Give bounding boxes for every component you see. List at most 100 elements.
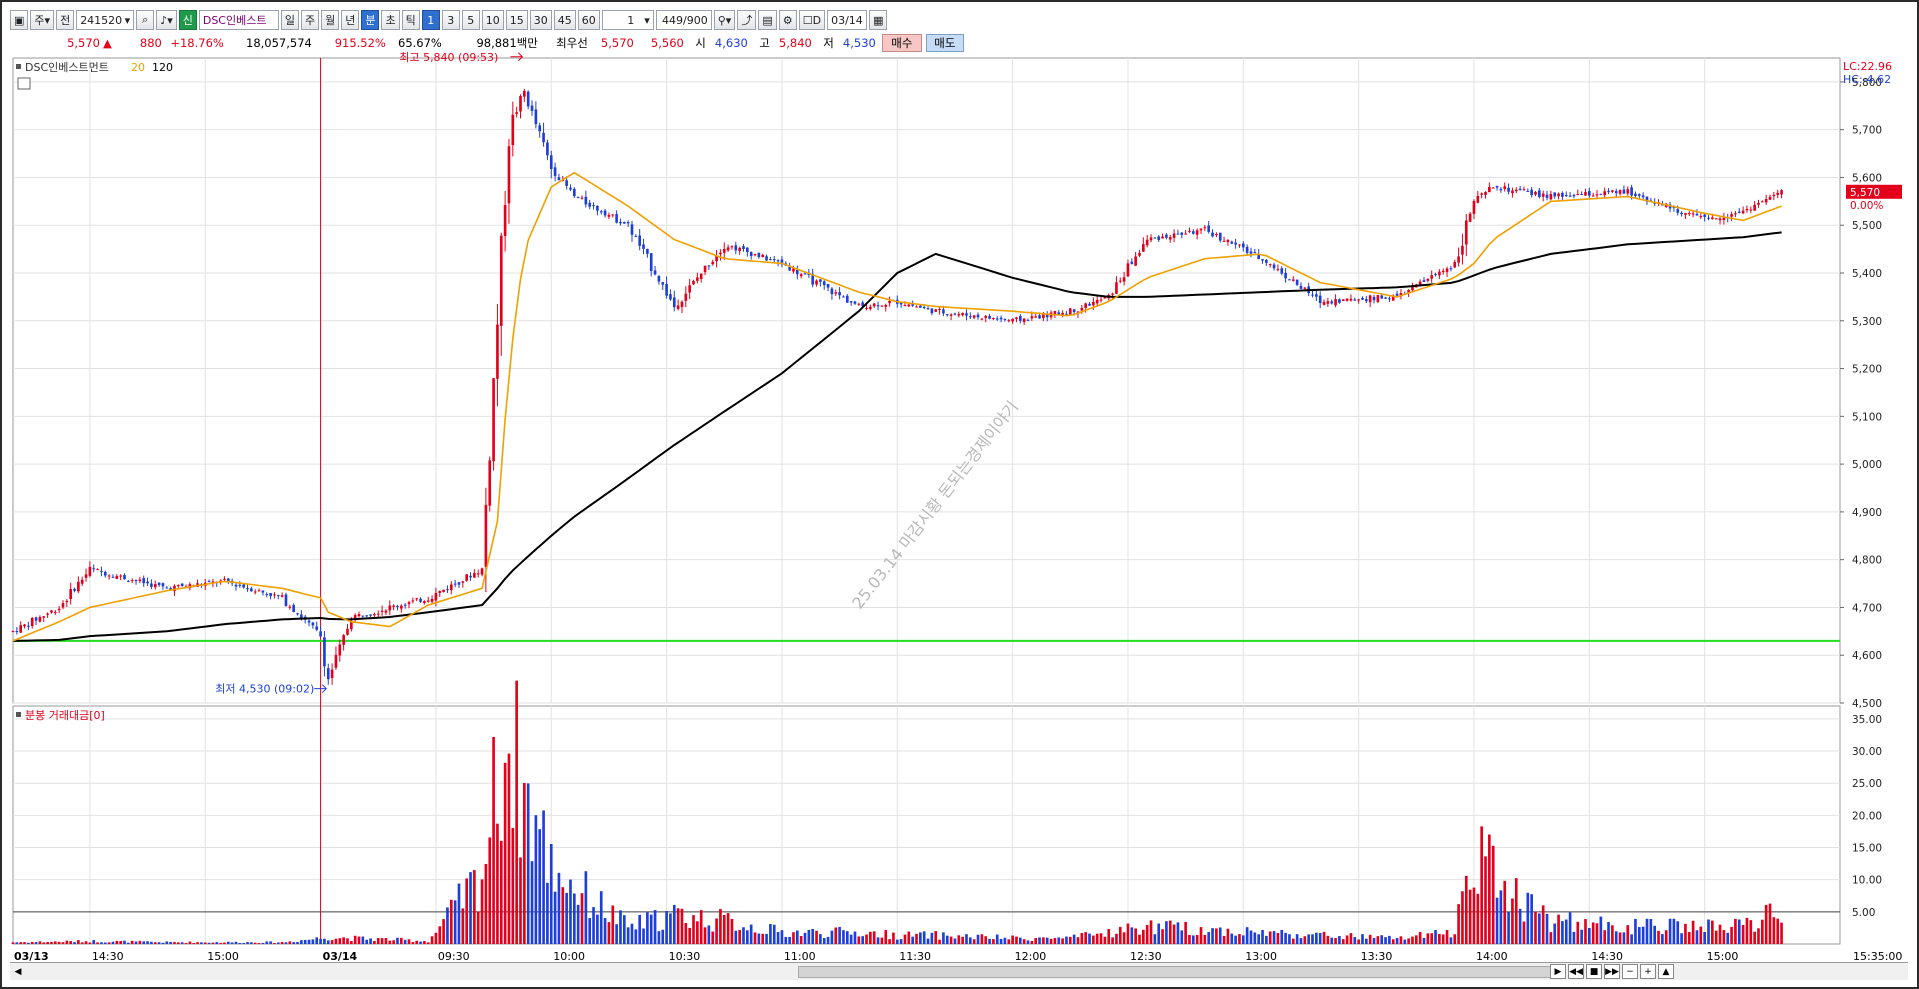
play-icon[interactable]: ▶ bbox=[1550, 964, 1566, 979]
candle-body bbox=[153, 584, 157, 588]
volume-bar bbox=[849, 934, 853, 944]
candle-body bbox=[1768, 196, 1772, 200]
volume-bar bbox=[1480, 826, 1483, 944]
candle-body bbox=[1291, 279, 1295, 281]
volume-bar bbox=[1272, 931, 1276, 944]
volume-bar bbox=[1407, 938, 1410, 944]
price-volume-chart[interactable]: 03/13 14:30 15:00 03/14 09:30 10:00 10:30 11:00… bbox=[0, 0, 1919, 989]
volume-bar bbox=[615, 924, 618, 944]
volume-bar bbox=[1353, 937, 1357, 944]
zoom-in-icon[interactable]: + bbox=[1640, 964, 1656, 979]
candle-body bbox=[269, 593, 272, 597]
volume-bar bbox=[646, 912, 649, 944]
volume-bar bbox=[1414, 935, 1418, 944]
volume-bar bbox=[1399, 936, 1403, 944]
candle-body bbox=[907, 304, 911, 307]
candle-body bbox=[1249, 251, 1253, 254]
candle-body bbox=[1426, 278, 1430, 281]
volume-bar bbox=[1645, 918, 1649, 944]
volume-bar bbox=[480, 879, 484, 944]
volume-bar bbox=[1668, 918, 1672, 944]
candle-body bbox=[795, 269, 799, 275]
volume-bar bbox=[1768, 903, 1772, 944]
candle-body bbox=[603, 210, 607, 216]
volume-bar bbox=[722, 914, 726, 944]
volume-bar bbox=[173, 942, 176, 944]
candle-body bbox=[1230, 241, 1234, 244]
candle-body bbox=[1361, 297, 1364, 300]
candle-body bbox=[253, 591, 257, 593]
candle-body bbox=[761, 254, 765, 258]
volume-bar bbox=[142, 941, 146, 944]
scroll-thumb[interactable] bbox=[798, 966, 1558, 978]
chart-scrollbar[interactable]: ◀ ▶ ◀◀ ■ ▶▶ − + ▲ bbox=[10, 962, 1908, 980]
forward-icon[interactable]: ▶▶ bbox=[1604, 964, 1620, 979]
candle-body bbox=[1703, 214, 1706, 217]
rewind-icon[interactable]: ◀◀ bbox=[1568, 964, 1584, 979]
volume-bar bbox=[803, 932, 807, 944]
volume-bar bbox=[96, 942, 99, 944]
price-tick-label: 4,700 bbox=[1852, 602, 1882, 614]
volume-bar bbox=[1084, 932, 1087, 944]
volume-bar bbox=[934, 931, 938, 944]
volume-bar bbox=[622, 915, 626, 944]
volume-bar bbox=[1422, 937, 1426, 944]
volume-bar bbox=[1315, 932, 1318, 944]
zoom-out-icon[interactable]: − bbox=[1622, 964, 1638, 979]
volume-bar bbox=[845, 931, 849, 944]
volume-bar bbox=[80, 942, 84, 944]
volume-bar bbox=[1676, 921, 1680, 944]
candle-body bbox=[111, 576, 115, 578]
volume-bar bbox=[1538, 913, 1541, 944]
candle-body bbox=[1268, 264, 1272, 266]
candle-body bbox=[1711, 217, 1714, 220]
stop-icon[interactable]: ■ bbox=[1586, 964, 1602, 979]
candle-body bbox=[692, 280, 695, 285]
volume-bar bbox=[1757, 928, 1760, 944]
volume-bar bbox=[1680, 933, 1683, 944]
candle-body bbox=[1234, 242, 1237, 245]
candle-body bbox=[1218, 232, 1222, 241]
candle-body bbox=[1776, 192, 1780, 195]
candle-body bbox=[1526, 191, 1530, 193]
price-tick-label: 5,300 bbox=[1852, 316, 1882, 328]
volume-bar bbox=[1245, 927, 1249, 944]
candle-body bbox=[1011, 318, 1014, 322]
candle-body bbox=[638, 235, 642, 246]
volume-bar bbox=[19, 942, 23, 944]
fit-icon[interactable]: ▲ bbox=[1658, 964, 1674, 979]
volume-bar bbox=[669, 913, 672, 944]
candle-body bbox=[1341, 299, 1345, 302]
candle-body bbox=[1372, 296, 1376, 301]
volume-bar bbox=[999, 939, 1003, 944]
volume-bar bbox=[1534, 911, 1537, 944]
volume-bar bbox=[373, 940, 376, 944]
candle-body bbox=[1491, 187, 1495, 189]
candle-body bbox=[1445, 268, 1449, 272]
volume-bar bbox=[138, 940, 142, 944]
volume-bar bbox=[1176, 922, 1180, 944]
candle-body bbox=[1030, 316, 1034, 319]
volume-bar bbox=[1230, 933, 1234, 944]
candle-body bbox=[1026, 319, 1030, 321]
candle-body bbox=[619, 221, 622, 224]
volume-bar bbox=[1568, 912, 1572, 944]
volume-bar bbox=[1261, 929, 1264, 944]
volume-bar bbox=[196, 942, 199, 944]
candle-body bbox=[46, 613, 49, 615]
volume-bar bbox=[1307, 934, 1310, 944]
volume-bar bbox=[1434, 930, 1437, 944]
volume-bar bbox=[834, 927, 838, 944]
volume-bar bbox=[1099, 933, 1103, 944]
volume-bar bbox=[307, 939, 311, 944]
scroll-left-icon[interactable]: ◀ bbox=[12, 966, 24, 978]
volume-bar bbox=[1745, 917, 1749, 944]
candle-body bbox=[492, 378, 495, 462]
price-tick-label: 5,600 bbox=[1852, 172, 1882, 184]
volume-bar bbox=[1395, 938, 1399, 944]
candle-body bbox=[1684, 213, 1687, 215]
candle-body bbox=[565, 180, 568, 186]
candle-body bbox=[1168, 237, 1172, 240]
volume-bar bbox=[284, 942, 288, 944]
volume-bar bbox=[484, 863, 488, 944]
